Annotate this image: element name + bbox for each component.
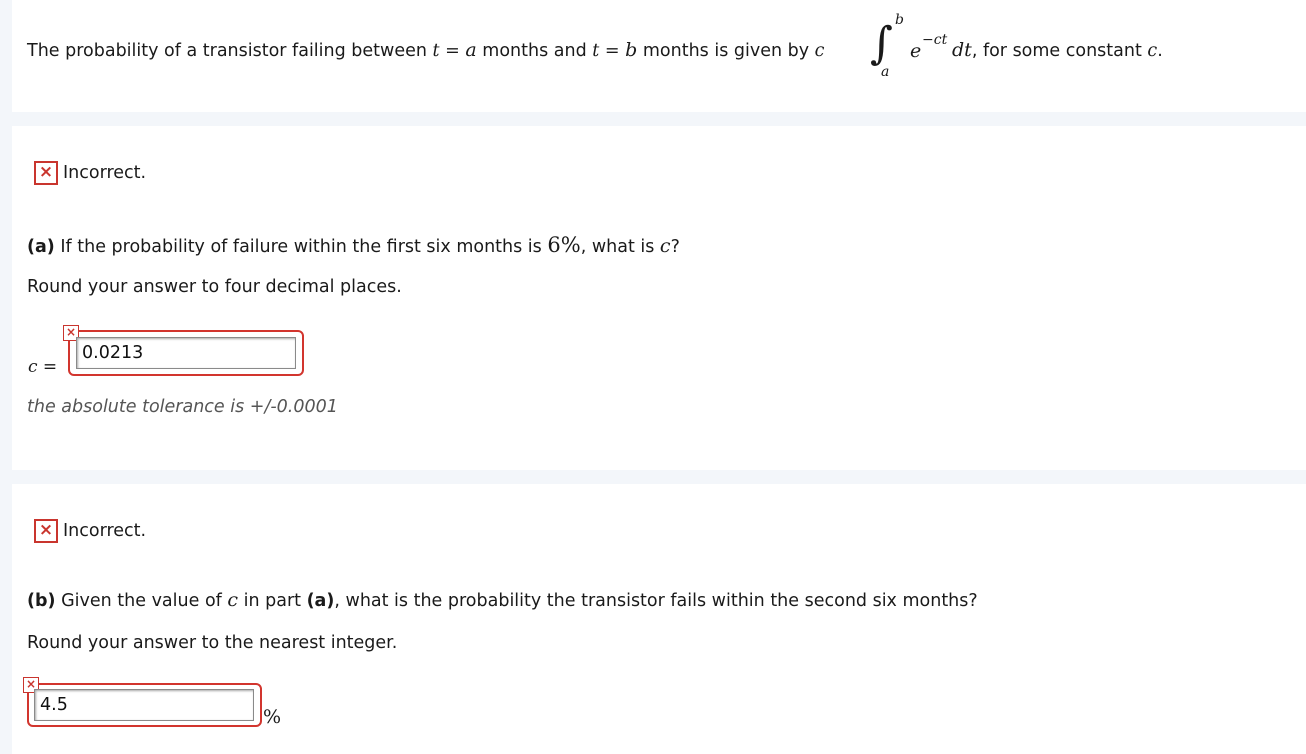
part-b-status: Incorrect.: [63, 521, 147, 541]
part-a-panel: × Incorrect. (a) If the probability of f…: [12, 126, 1306, 470]
part-b-question: (b) Given the value of c in part (a), wh…: [27, 589, 978, 611]
part-a-instruction: Round your answer to four decimal places…: [27, 277, 402, 297]
integral-upper-limit: b: [895, 12, 904, 28]
answer-b-input[interactable]: [34, 689, 254, 721]
integral-lower-limit: a: [881, 64, 890, 80]
part-b-panel: × Incorrect. (b) Given the value of c in…: [12, 484, 1306, 754]
part-a-question: (a) If the probability of failure within…: [27, 233, 680, 257]
incorrect-mark-icon: ×: [34, 519, 58, 543]
problem-statement-tail: dt, for some constant c.: [952, 39, 1163, 61]
incorrect-mark-icon: ×: [34, 161, 58, 185]
problem-statement-text: The probability of a transistor failing …: [27, 39, 825, 61]
exponential-base: e: [910, 40, 922, 62]
part-b-instruction: Round your answer to the nearest integer…: [27, 633, 398, 653]
answer-a-input[interactable]: [76, 337, 296, 369]
percent-unit: %: [263, 706, 282, 728]
problem-statement-panel: The probability of a transistor failing …: [12, 0, 1306, 112]
exponential-power: −ct: [922, 32, 948, 48]
answer-label-c: c =: [28, 357, 58, 377]
part-a-tolerance: the absolute tolerance is +/-0.0001: [27, 397, 338, 417]
part-a-status: Incorrect.: [63, 163, 147, 183]
